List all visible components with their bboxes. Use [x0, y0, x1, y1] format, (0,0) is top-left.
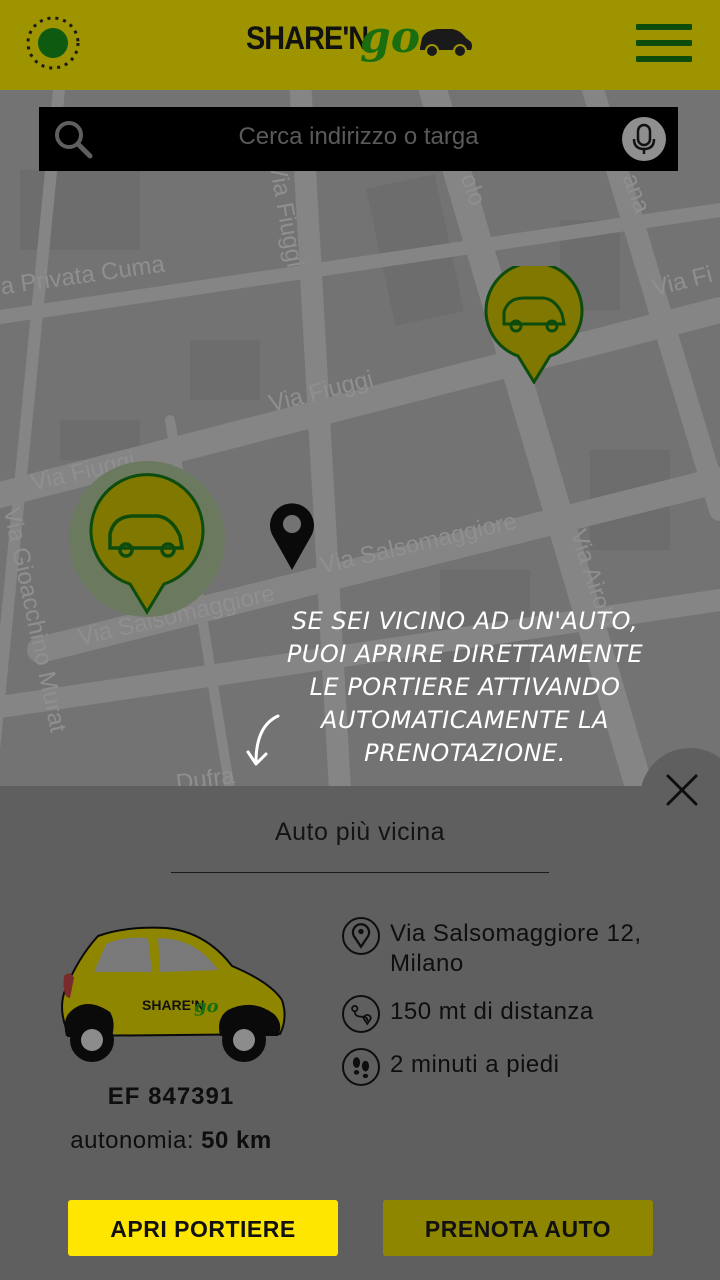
hint-line: SE SEI VICINO AD UN'AUTO,: [291, 607, 639, 635]
menu-bar-icon: [636, 40, 692, 46]
hint-line: AUTOMATICAMENTE LA: [321, 706, 609, 734]
search-input[interactable]: Cerca indirizzo o targa: [39, 123, 678, 151]
menu-bar-icon: [636, 24, 692, 30]
book-car-button[interactable]: PRENOTA AUTO: [383, 1200, 653, 1256]
autonomy-label: autonomia:: [70, 1127, 194, 1154]
location-pin-icon: [342, 917, 380, 955]
footsteps-icon: [342, 1048, 380, 1086]
open-doors-button[interactable]: APRI PORTIERE: [68, 1200, 338, 1256]
walk-time-text: 2 minuti a piedi: [390, 1051, 560, 1078]
app-logo: SHARE'N go: [246, 12, 476, 72]
hint-text: SE SEI VICINO AD UN'AUTO, PUOI APRIRE DI…: [270, 605, 660, 770]
close-icon[interactable]: [660, 768, 704, 812]
panel-title: Auto più vicina: [274, 818, 446, 846]
hint-line: PRENOTAZIONE.: [364, 739, 566, 767]
logo-text: SHARE'N: [246, 20, 369, 56]
hint-line: LE PORTIERE ATTIVANDO: [309, 673, 621, 701]
search-bar[interactable]: Cerca indirizzo o targa: [39, 107, 678, 171]
autonomy: autonomia: 50 km: [40, 1127, 302, 1155]
hint-line: PUOI APRIRE DIRETTAMENTE: [286, 640, 644, 668]
nearest-car-marker-icon[interactable]: [68, 460, 226, 620]
autonomy-value: 50 km: [201, 1127, 272, 1154]
logo-text-go: go: [360, 12, 421, 63]
logo-car-icon: [420, 29, 472, 58]
user-location-pin-icon: [270, 503, 314, 570]
route-icon: [342, 995, 380, 1033]
address-line: Via Salsomaggiore 12,: [390, 920, 642, 947]
distance-text: 150 mt di distanza: [390, 998, 594, 1025]
status-indicator-icon[interactable]: [26, 16, 80, 70]
microphone-icon[interactable]: [622, 117, 666, 161]
car-logo-go: go: [194, 996, 219, 1017]
app-header: SHARE'N go: [0, 0, 720, 90]
car-image: SHARE'N go: [61, 926, 286, 1062]
hint-arrow-icon: [246, 714, 280, 766]
menu-button[interactable]: [636, 24, 692, 66]
menu-bar-icon: [636, 56, 692, 62]
car-marker-icon[interactable]: [484, 266, 584, 384]
license-plate: EF 847391: [107, 1083, 235, 1110]
divider: [171, 872, 549, 873]
address-line: Milano: [390, 950, 464, 977]
